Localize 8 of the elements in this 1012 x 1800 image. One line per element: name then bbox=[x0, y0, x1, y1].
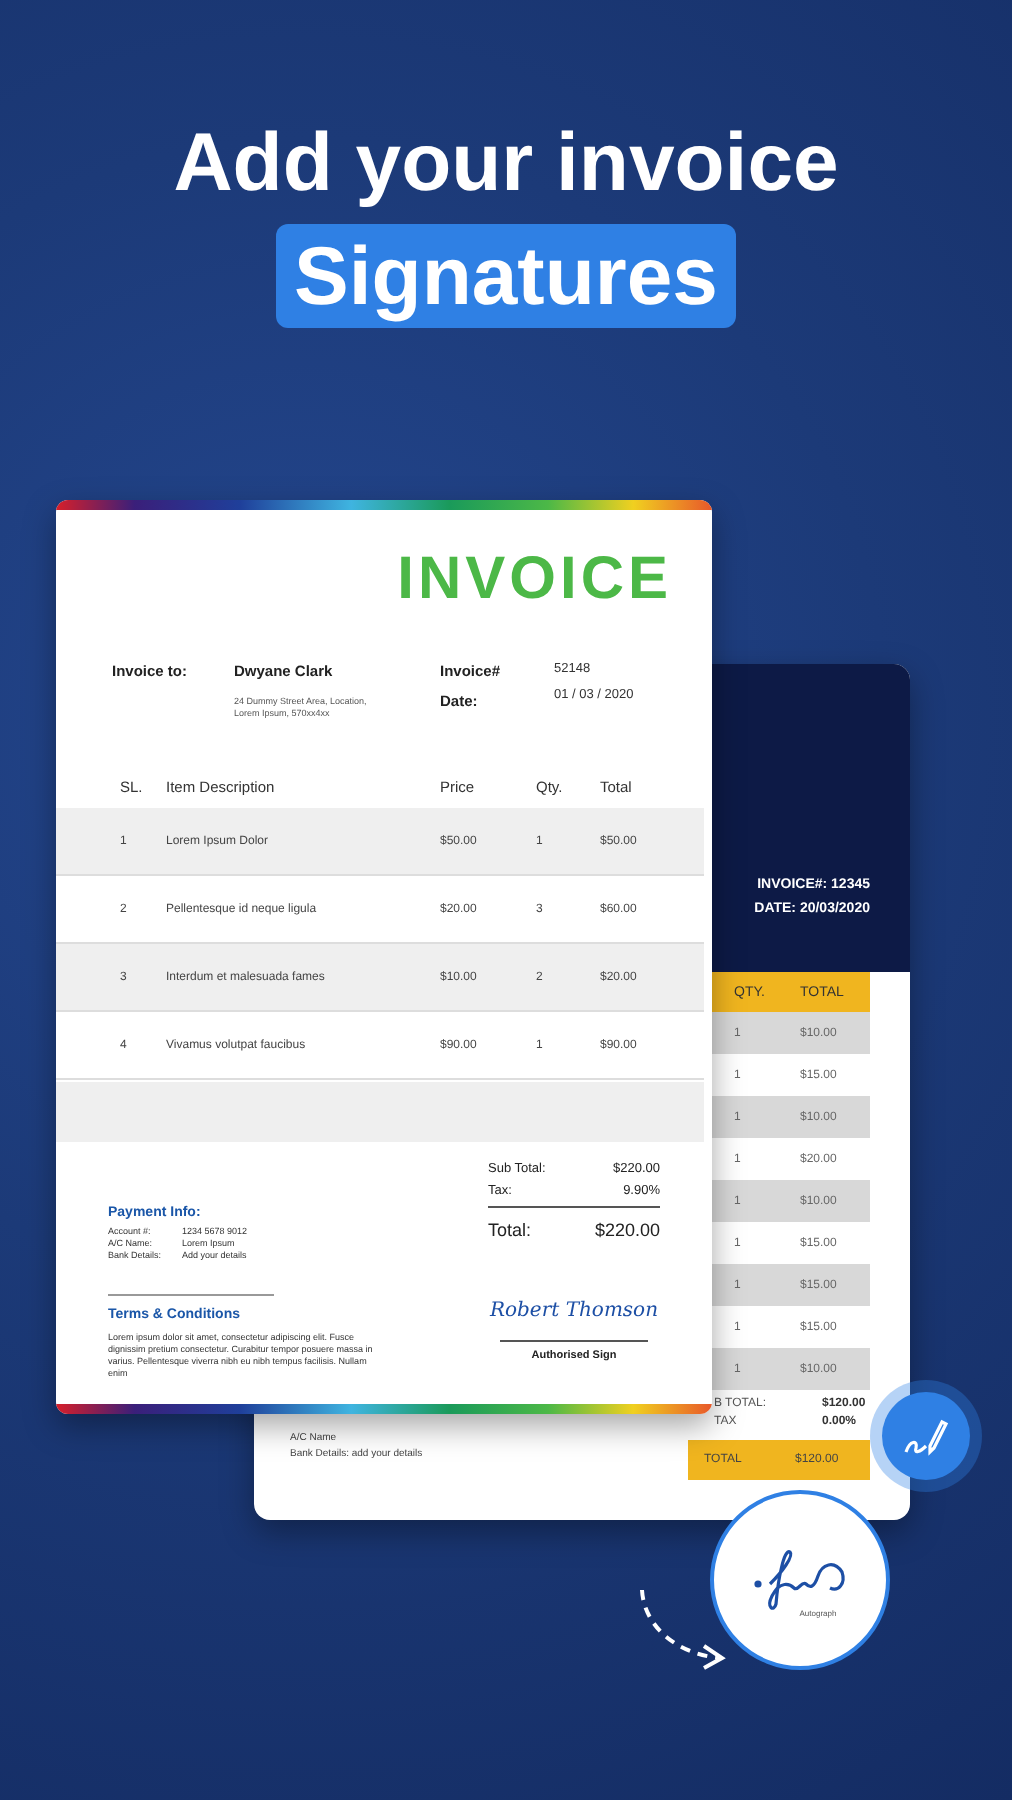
summary-label: Total: bbox=[488, 1220, 532, 1240]
signature: Robert Thomson bbox=[488, 1300, 660, 1322]
headline: Add your invoice bbox=[173, 114, 839, 212]
dashed-arrow-icon bbox=[636, 1586, 728, 1674]
invoice-title: INVOICE bbox=[395, 544, 674, 610]
summary-value: $220.00 bbox=[594, 1220, 660, 1240]
headline-highlight: Signatures bbox=[276, 224, 736, 328]
pen-button[interactable] bbox=[882, 1392, 970, 1480]
